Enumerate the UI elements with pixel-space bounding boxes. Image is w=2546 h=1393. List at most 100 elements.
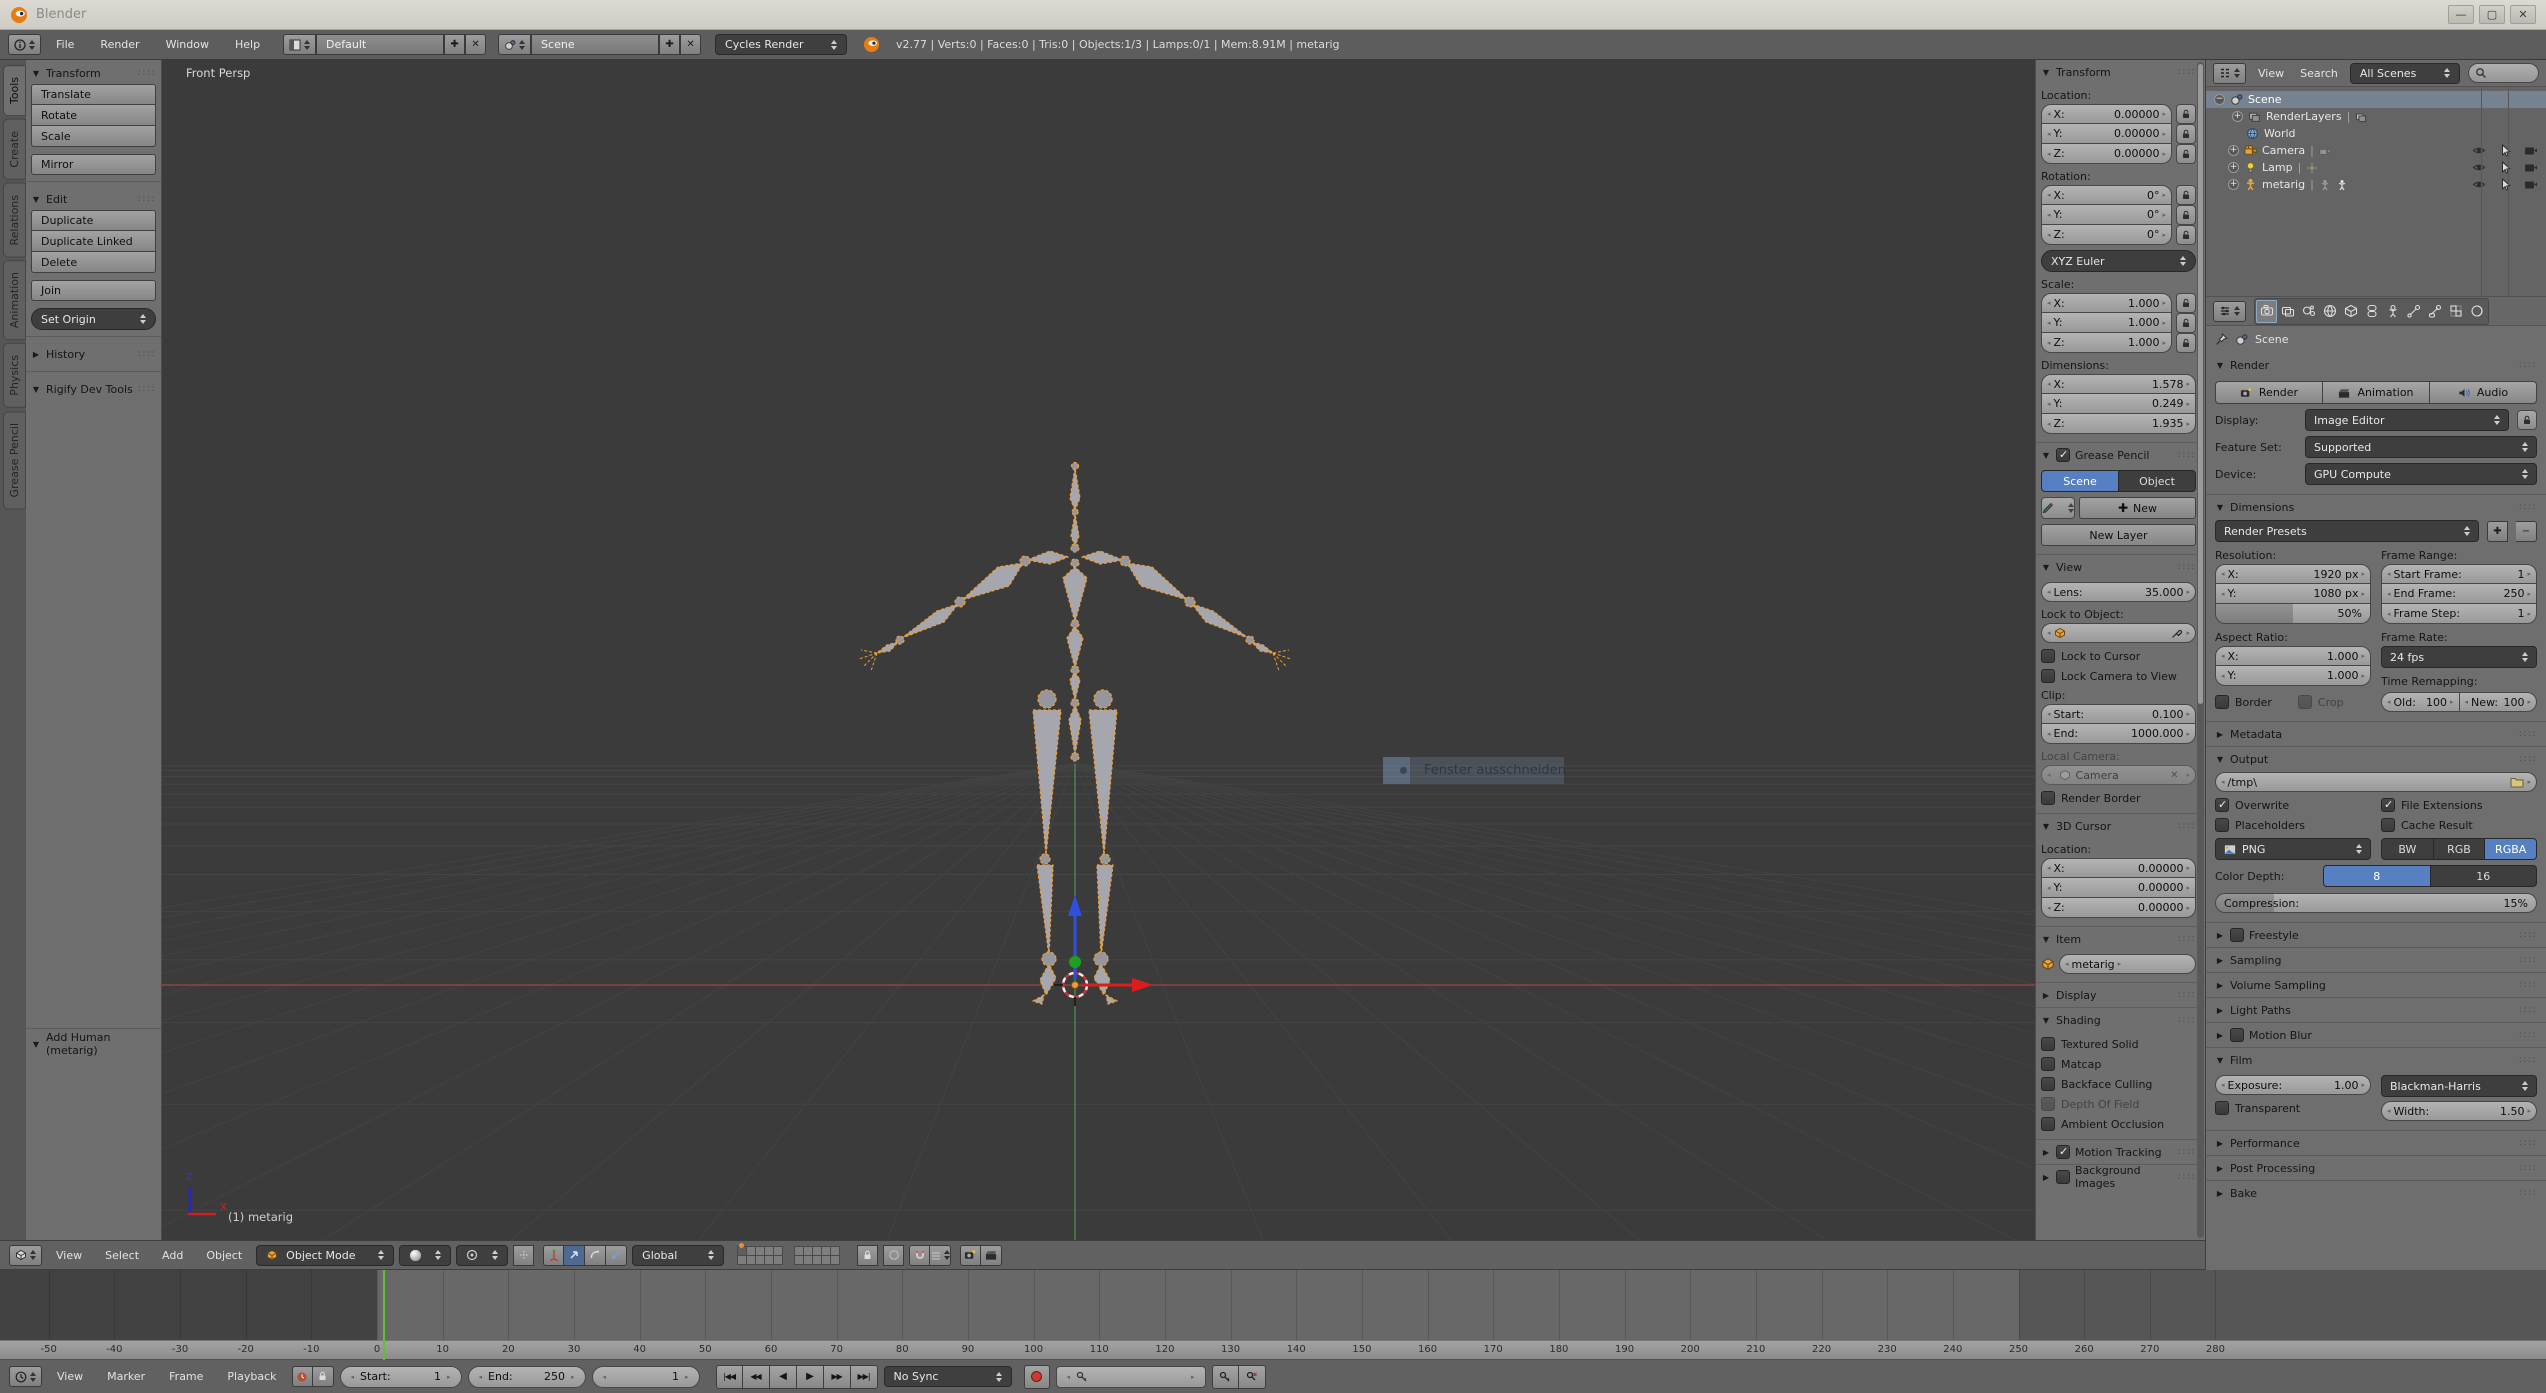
feature-set-select[interactable]: Supported [2305, 436, 2537, 458]
rotation-x-field[interactable]: X:0° [2041, 185, 2172, 205]
motion-blur-checkbox[interactable] [2230, 1028, 2244, 1042]
add-layout-button[interactable]: ✚ [444, 34, 465, 55]
background-images-checkbox[interactable] [2056, 1170, 2070, 1184]
lock-button[interactable] [2517, 410, 2537, 430]
file-format-select[interactable]: PNG [2215, 838, 2371, 860]
grease-pencil-checkbox[interactable] [2056, 448, 2070, 462]
delete-layout-button[interactable]: ✕ [465, 34, 486, 55]
redo-panel-header[interactable]: ▼Add Human (metarig) [31, 1033, 156, 1055]
overwrite-checkbox[interactable] [2215, 798, 2229, 812]
menu-help[interactable]: Help [224, 30, 271, 59]
panel-header-sampling[interactable]: ▶Sampling:::: [2215, 949, 2537, 971]
clip-start-field[interactable]: Start:0.100 [2041, 704, 2196, 724]
freestyle-checkbox[interactable] [2230, 928, 2244, 942]
panel-header-volume-sampling[interactable]: ▶Volume Sampling:::: [2215, 974, 2537, 996]
panel-grip-icon[interactable]: :::: [2178, 1015, 2196, 1025]
rgba-toggle[interactable]: RGBA [2485, 838, 2537, 860]
opengl-render-button[interactable] [960, 1245, 981, 1266]
panel-grip-icon[interactable]: :::: [2519, 1138, 2537, 1148]
render-animation-button[interactable]: Animation [2323, 381, 2430, 404]
panel-grip-icon[interactable]: :::: [2178, 990, 2196, 1000]
rotate-button[interactable]: Rotate [31, 105, 156, 126]
textured-solid-checkbox[interactable] [2041, 1037, 2055, 1051]
panel-header-post-processing[interactable]: ▶Post Processing:::: [2215, 1157, 2537, 1179]
panel-grip-icon[interactable]: :::: [2519, 955, 2537, 965]
panel-header-metadata[interactable]: ▶Metadata:::: [2215, 723, 2537, 745]
panel-header-display[interactable]: ▶Display:::: [2041, 984, 2196, 1006]
expand-toggle-icon[interactable]: + [2228, 145, 2239, 156]
panel-grip-icon[interactable]: :::: [2519, 1188, 2537, 1198]
panel-header-transform[interactable]: ▼Transform:::: [31, 62, 156, 84]
pixel-filter-select[interactable]: Blackman-Harris [2381, 1075, 2537, 1097]
lock-button[interactable] [2176, 333, 2196, 353]
start-frame-field[interactable]: Start:1 [340, 1366, 462, 1388]
duplicate-linked-button[interactable]: Duplicate Linked [31, 231, 156, 252]
outliner-row-scene[interactable]: − Scene [2206, 91, 2546, 108]
display-select[interactable]: Image Editor [2305, 409, 2509, 431]
lock-camera-checkbox[interactable] [2041, 669, 2055, 683]
scene-name-field[interactable]: Scene [531, 34, 659, 55]
menu-file[interactable]: File [45, 30, 85, 59]
crop-checkbox[interactable] [2298, 695, 2312, 709]
lock-to-cursor-checkbox[interactable] [2041, 649, 2055, 663]
frame-rate-select[interactable]: 24 fps [2381, 646, 2537, 668]
render-tab-icon[interactable] [2256, 300, 2277, 323]
gp-new-button[interactable]: ✚New [2079, 497, 2196, 519]
frame-step-field[interactable]: Frame Step:1 [2381, 604, 2537, 624]
outliner-row-lamp[interactable]: + Lamp| [2206, 159, 2546, 176]
cursor-x-field[interactable]: X:0.00000 [2041, 858, 2196, 878]
outliner-search-menu[interactable]: Search [2296, 67, 2342, 80]
pivot-align-toggle[interactable] [513, 1245, 534, 1266]
scale-manipulator-toggle[interactable] [606, 1245, 627, 1266]
panel-header-light-paths[interactable]: ▶Light Paths:::: [2215, 999, 2537, 1021]
render-audio-button[interactable]: Audio [2430, 381, 2537, 404]
panel-header-transform-n[interactable]: ▼Transform:::: [2041, 61, 2196, 83]
panel-grip-icon[interactable]: :::: [2178, 67, 2196, 77]
panel-grip-icon[interactable]: :::: [2519, 729, 2537, 739]
end-frame-field[interactable]: End:250 [468, 1366, 586, 1388]
tab-physics[interactable]: Physics [3, 343, 26, 408]
backface-culling-checkbox[interactable] [2041, 1077, 2055, 1091]
join-button[interactable]: Join [31, 280, 156, 301]
bw-toggle[interactable]: BW [2381, 838, 2434, 860]
set-origin-select[interactable]: Set Origin [31, 308, 156, 330]
transparent-checkbox[interactable] [2215, 1101, 2229, 1115]
lock-button[interactable] [2176, 225, 2196, 245]
world-tab-icon[interactable] [2319, 300, 2340, 323]
auto-keyframe-toggle[interactable] [1024, 1365, 1050, 1389]
render-button[interactable]: Render [2215, 381, 2323, 404]
start-frame-field[interactable]: Start Frame:1 [2381, 564, 2537, 584]
lock-button[interactable] [2176, 293, 2196, 313]
aspect-y-field[interactable]: Y:1.000 [2215, 666, 2371, 686]
current-frame-marker[interactable] [383, 1270, 385, 1360]
transform-orientation-select[interactable]: Global [632, 1245, 724, 1266]
compression-slider[interactable]: Compression:15% [2215, 893, 2537, 913]
panel-grip-icon[interactable]: :::: [2178, 934, 2196, 944]
time-remap-new-field[interactable]: New:100 [2460, 692, 2538, 712]
panel-header-shading[interactable]: ▼Shading:::: [2041, 1009, 2196, 1031]
panel-grip-icon[interactable]: :::: [2519, 1005, 2537, 1015]
view-menu[interactable]: View [47, 1249, 91, 1262]
renderability-camera-icon[interactable] [2524, 178, 2538, 191]
exposure-field[interactable]: Exposure:1.00 [2215, 1075, 2371, 1095]
selectability-cursor-icon[interactable] [2499, 178, 2511, 191]
depth-of-field-checkbox[interactable] [2041, 1097, 2055, 1111]
object-data-tab-icon[interactable] [2382, 300, 2403, 323]
cursor-z-field[interactable]: Z:0.00000 [2041, 898, 2196, 918]
scale-z-field[interactable]: Z:1.000 [2041, 333, 2172, 353]
remove-preset-button[interactable]: − [2516, 521, 2537, 542]
panel-header-view[interactable]: ▼View:::: [2041, 556, 2196, 578]
panel-grip-icon[interactable]: :::: [2178, 562, 2196, 572]
screen-layout-field[interactable]: Default [316, 34, 444, 55]
dim-y-field[interactable]: Y:0.249 [2041, 394, 2196, 414]
lock-to-scene-toggle[interactable] [857, 1245, 878, 1266]
lock-button[interactable] [2176, 144, 2196, 164]
editor-type-button[interactable] [2213, 301, 2246, 322]
current-frame-field[interactable]: 1 [592, 1366, 700, 1388]
panel-grip-icon[interactable]: :::: [2519, 754, 2537, 764]
physics-tab-icon[interactable] [2466, 300, 2487, 323]
outliner-row-renderlayers[interactable]: + RenderLayers| [2206, 108, 2546, 125]
matcap-checkbox[interactable] [2041, 1057, 2055, 1071]
npanel-scrollbar[interactable] [2197, 62, 2204, 1238]
panel-grip-icon[interactable]: :::: [2178, 450, 2196, 460]
